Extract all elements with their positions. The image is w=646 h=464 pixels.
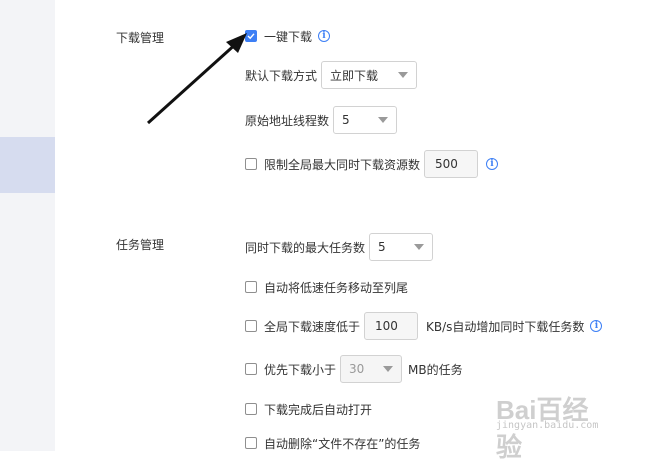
move-slow-row[interactable]: 自动将低速任务移动至列尾: [245, 280, 409, 295]
limit-resources-input[interactable]: 500: [424, 150, 479, 178]
default-method-label: 默认下载方式: [245, 68, 318, 83]
small-first-suffix: MB的任务: [408, 362, 463, 377]
section-tasks-label: 任务管理: [116, 238, 165, 252]
speed-below-suffix: KB/s自动增加同时下载任务数: [426, 319, 585, 334]
max-tasks-row: 同时下载的最大任务数 5: [245, 233, 434, 261]
auto-delete-row[interactable]: 自动删除“文件不存在”的任务: [245, 436, 421, 451]
auto-open-label: 下载完成后自动打开: [264, 402, 373, 417]
small-first-dropdown[interactable]: 30: [340, 355, 403, 383]
small-first-row[interactable]: 优先下载小于 30 MB的任务: [245, 355, 463, 383]
watermark: Bai百经验 jingyan.baidu.com: [496, 390, 614, 462]
info-icon[interactable]: i: [590, 320, 603, 332]
limit-resources-row[interactable]: 限制全局最大同时下载资源数 500 i: [245, 150, 499, 178]
one-click-download-label: 一键下载: [264, 29, 313, 44]
threads-label: 原始地址线程数: [245, 113, 330, 128]
speed-below-checkbox[interactable]: [245, 320, 257, 332]
auto-delete-checkbox[interactable]: [245, 437, 257, 449]
small-first-checkbox[interactable]: [245, 363, 257, 375]
max-tasks-dropdown[interactable]: 5: [369, 233, 434, 261]
threads-value: 5: [342, 113, 350, 127]
move-slow-checkbox[interactable]: [245, 281, 257, 293]
chevron-down-icon: [383, 366, 394, 372]
checkmark-icon: [247, 33, 255, 40]
auto-open-checkbox[interactable]: [245, 403, 257, 415]
auto-open-row[interactable]: 下载完成后自动打开: [245, 402, 373, 417]
limit-resources-checkbox[interactable]: [245, 158, 257, 170]
chevron-down-icon: [378, 117, 389, 123]
speed-below-row[interactable]: 全局下载速度低于 100 KB/s自动增加同时下载任务数 i: [245, 312, 603, 340]
one-click-download-row[interactable]: 一键下载 i: [245, 29, 331, 44]
max-tasks-value: 5: [378, 240, 386, 254]
section-download-label: 下载管理: [116, 31, 165, 45]
default-method-dropdown[interactable]: 立即下载: [321, 61, 418, 89]
speed-below-input[interactable]: 100: [364, 312, 419, 340]
sidebar: [0, 0, 55, 451]
default-method-value: 立即下载: [330, 68, 379, 83]
one-click-download-checkbox[interactable]: [245, 30, 257, 42]
move-slow-label: 自动将低速任务移动至列尾: [264, 280, 409, 295]
auto-delete-label: 自动删除“文件不存在”的任务: [264, 436, 421, 451]
info-icon[interactable]: i: [486, 158, 499, 170]
chevron-down-icon: [398, 72, 409, 78]
watermark-url: jingyan.baidu.com: [496, 420, 599, 431]
threads-row: 原始地址线程数 5: [245, 106, 398, 134]
chevron-down-icon: [414, 244, 425, 250]
small-first-label: 优先下载小于: [264, 362, 337, 377]
speed-below-label: 全局下载速度低于: [264, 319, 361, 334]
threads-dropdown[interactable]: 5: [333, 106, 398, 134]
sidebar-item-active[interactable]: [0, 137, 55, 193]
small-first-value: 30: [349, 362, 365, 376]
limit-resources-label: 限制全局最大同时下载资源数: [264, 157, 421, 172]
default-method-row: 默认下载方式 立即下载: [245, 61, 418, 89]
info-icon[interactable]: i: [318, 30, 331, 42]
max-tasks-label: 同时下载的最大任务数: [245, 240, 366, 255]
